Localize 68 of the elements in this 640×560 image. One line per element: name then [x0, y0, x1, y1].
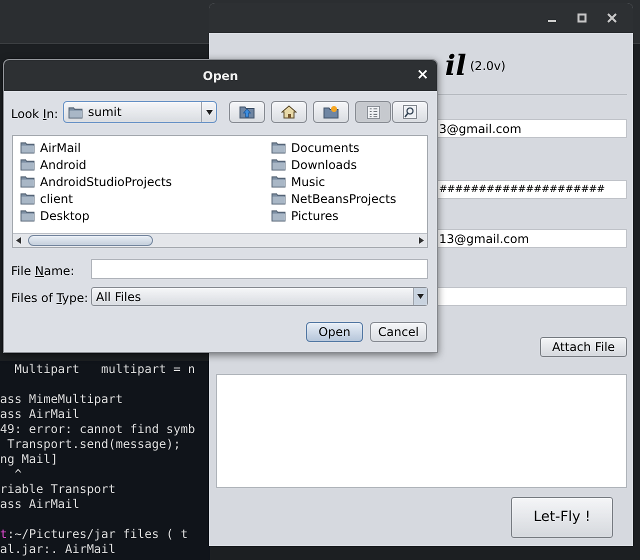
terminal-line: ass MimeMultipart	[0, 392, 123, 406]
folder-icon	[271, 141, 286, 154]
close-icon[interactable]	[607, 13, 617, 23]
file-item[interactable]: AndroidStudioProjects	[20, 173, 172, 190]
toolbar-button[interactable]	[313, 101, 349, 123]
scroll-left-icon[interactable]	[16, 237, 21, 244]
caret-icon	[206, 110, 212, 114]
file-name-label: File Name:	[11, 263, 74, 280]
details-view-icon	[403, 105, 417, 119]
file-item[interactable]: Music	[271, 173, 396, 190]
folder-icon	[271, 209, 286, 222]
folder-icon	[271, 158, 286, 171]
file-item[interactable]: AirMail	[20, 139, 172, 156]
new-folder-icon	[323, 105, 339, 119]
folder-icon	[68, 106, 83, 118]
close-button[interactable]: ×	[416, 66, 429, 82]
toolbar-button[interactable]	[392, 101, 428, 123]
terminal-line: t:~/Pictures/jar files ( t	[0, 527, 188, 542]
app-logo: il	[445, 48, 466, 84]
terminal-line: Multipart multipart = n	[13, 362, 196, 376]
file-item[interactable]: NetBeansProjects	[271, 190, 396, 207]
file-name-field[interactable]	[91, 259, 428, 279]
look-in-dropdown[interactable]: sumit	[63, 101, 217, 123]
open-button[interactable]: Open	[306, 322, 363, 342]
file-list[interactable]: AirMail Android AndroidStudioProjects client Desktop Documents Downloads Music NetBeansProjects Pictures	[12, 135, 428, 248]
folder-icon	[271, 192, 286, 205]
input-field[interactable]: 3@gmail.com	[438, 119, 627, 138]
file-item[interactable]: Pictures	[271, 207, 396, 224]
scroll-right-icon[interactable]	[419, 237, 424, 244]
terminal-line: ng Mail]	[0, 452, 58, 466]
file-item[interactable]: Downloads	[271, 156, 396, 173]
toolbar-button[interactable]	[229, 101, 265, 123]
terminal-line: Transport.send(message);	[6, 437, 181, 451]
home-icon	[281, 105, 297, 119]
file-item[interactable]: client	[20, 190, 172, 207]
look-in-label: Look In:	[11, 106, 58, 123]
folder-icon	[271, 175, 286, 188]
folder-icon	[20, 192, 35, 205]
terminal-line: 49: error: cannot find symb	[0, 422, 196, 436]
folder-icon	[20, 141, 35, 154]
horizontal-scrollbar[interactable]	[13, 233, 427, 247]
folder-icon	[20, 175, 35, 188]
toolbar-button[interactable]	[271, 101, 307, 123]
maximize-icon[interactable]	[577, 13, 587, 23]
terminal-line: ass AirMail	[0, 407, 80, 421]
list-view-icon	[366, 106, 380, 118]
terminal-line: riable Transport	[0, 482, 116, 496]
terminal-line: al.jar:. AirMail	[0, 542, 116, 556]
scrollbar-thumb[interactable]	[28, 235, 153, 246]
input-field[interactable]	[438, 287, 627, 306]
version-label: (2.0v)	[470, 58, 506, 75]
dialog-title: Open	[202, 68, 238, 84]
input-field[interactable]: #####################	[438, 180, 627, 199]
file-item[interactable]: Documents	[271, 139, 396, 156]
file-type-dropdown[interactable]: All Files	[91, 287, 428, 306]
cancel-button[interactable]: Cancel	[370, 322, 427, 342]
send-button[interactable]: Let-Fly !	[511, 497, 613, 538]
file-item[interactable]: Android	[20, 156, 172, 173]
folder-up-icon	[239, 105, 255, 119]
file-item[interactable]: Desktop	[20, 207, 172, 224]
terminal-line: ass AirMail	[0, 497, 80, 511]
files-of-type-label: Files of Type:	[11, 290, 88, 307]
input-field[interactable]: 13@gmail.com	[438, 229, 627, 248]
terminal-line: ^	[13, 467, 22, 481]
folder-icon	[20, 158, 35, 171]
attach-file-button[interactable]: Attach File	[540, 337, 627, 357]
caret-icon	[417, 294, 424, 299]
folder-icon	[20, 209, 35, 222]
